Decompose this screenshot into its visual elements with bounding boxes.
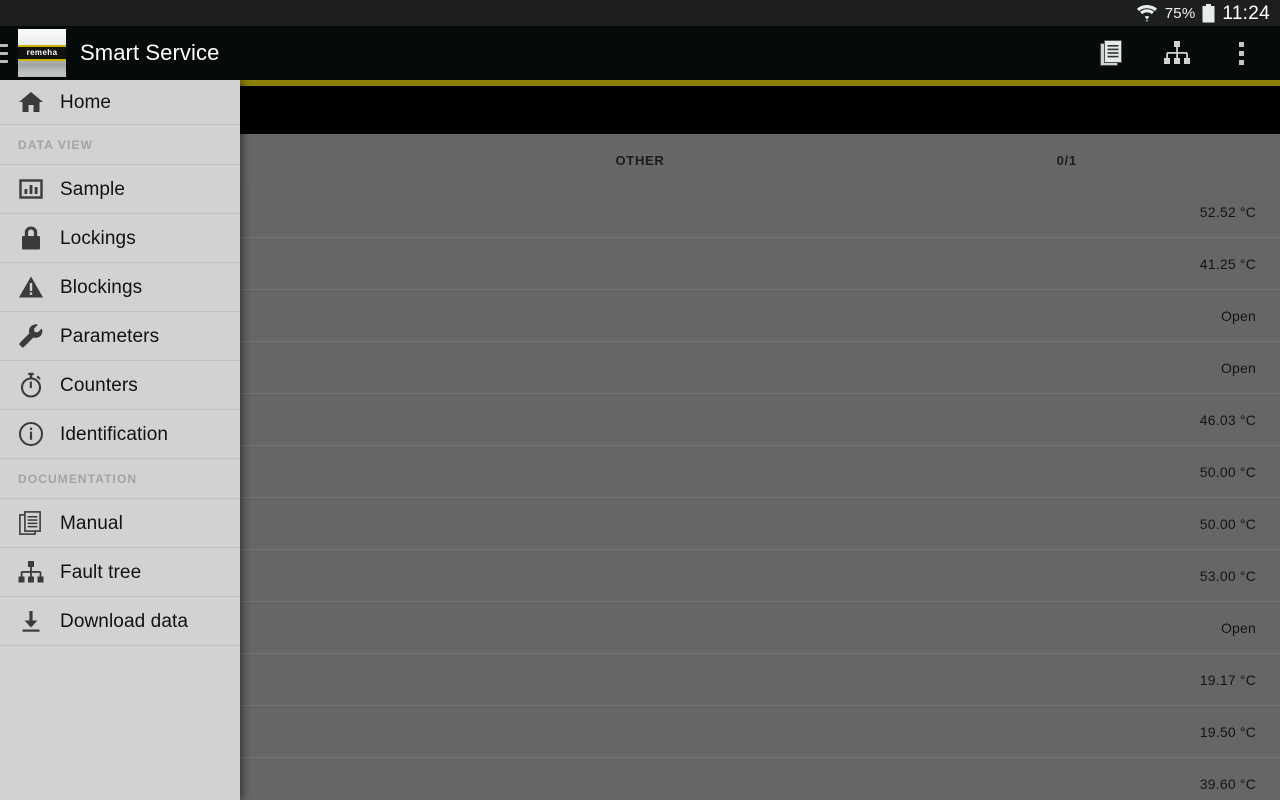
sidebar-section-documentation: DOCUMENTATION bbox=[0, 459, 240, 499]
tab-0-of-1[interactable]: 0/1 bbox=[853, 154, 1280, 167]
sidebar-item-label: Fault tree bbox=[60, 561, 142, 583]
row-value: 19.50 °C bbox=[1199, 723, 1256, 740]
sidebar-item-label: Lockings bbox=[60, 227, 136, 249]
bar-chart-icon bbox=[16, 174, 46, 204]
lock-icon bbox=[16, 223, 46, 253]
tab-other[interactable]: OTHER bbox=[427, 154, 854, 167]
row-value: 50.00 °C bbox=[1199, 463, 1256, 480]
sidebar-item-label: Manual bbox=[60, 512, 123, 534]
sidebar-section-data-view: DATA VIEW bbox=[0, 125, 240, 165]
document-icon bbox=[16, 508, 46, 538]
wifi-icon bbox=[1136, 4, 1158, 22]
app-root: 75% 11:24 remeha Smart Service OTHER 0/1… bbox=[0, 0, 1280, 800]
logo-text: remeha bbox=[26, 48, 58, 57]
sidebar-item-label: Identification bbox=[60, 423, 169, 445]
overflow-dots-icon bbox=[1238, 41, 1244, 65]
sidebar-item-sample[interactable]: Sample bbox=[0, 165, 240, 214]
sidebar-item-label: Download data bbox=[60, 610, 189, 632]
sidebar-item-fault-tree[interactable]: Fault tree bbox=[0, 548, 240, 597]
sidebar-item-label: Parameters bbox=[60, 325, 160, 347]
row-value: Open bbox=[1220, 359, 1256, 376]
sidebar-item-counters[interactable]: Counters bbox=[0, 361, 240, 410]
info-icon bbox=[16, 419, 46, 449]
home-icon bbox=[16, 87, 46, 117]
battery-icon bbox=[1202, 3, 1215, 23]
row-value: 39.60 °C bbox=[1199, 775, 1256, 792]
sidebar-item-download-data[interactable]: Download data bbox=[0, 597, 240, 646]
sidebar-item-home[interactable]: Home bbox=[0, 80, 240, 125]
sidebar-item-label: Counters bbox=[60, 374, 138, 396]
hierarchy-icon bbox=[16, 557, 46, 587]
wrench-icon bbox=[16, 321, 46, 351]
sidebar-item-identification[interactable]: Identification bbox=[0, 410, 240, 459]
sidebar-section-label: DOCUMENTATION bbox=[18, 471, 138, 486]
document-icon bbox=[1100, 39, 1126, 67]
row-value: 46.03 °C bbox=[1199, 411, 1256, 428]
sidebar-item-blockings[interactable]: Blockings bbox=[0, 263, 240, 312]
sidebar-item-label: Blockings bbox=[60, 276, 143, 298]
drawer-empty-space bbox=[0, 646, 240, 800]
android-status-bar: 75% 11:24 bbox=[0, 0, 1280, 26]
row-value: Open bbox=[1220, 307, 1256, 324]
stopwatch-icon bbox=[16, 370, 46, 400]
sidebar-section-label: DATA VIEW bbox=[18, 137, 94, 152]
row-value: 41.25 °C bbox=[1199, 255, 1256, 272]
sidebar-item-parameters[interactable]: Parameters bbox=[0, 312, 240, 361]
status-clock: 11:24 bbox=[1222, 2, 1270, 24]
download-icon bbox=[16, 606, 46, 636]
fault-tree-button[interactable] bbox=[1160, 34, 1194, 72]
app-title: Smart Service bbox=[80, 40, 220, 65]
row-value: 19.17 °C bbox=[1199, 671, 1256, 688]
navigation-drawer: Home DATA VIEW Sample Lockings Blockings… bbox=[0, 80, 240, 800]
sidebar-item-label: Sample bbox=[60, 178, 126, 200]
row-value: 50.00 °C bbox=[1199, 515, 1256, 532]
warning-triangle-icon bbox=[16, 272, 46, 302]
sidebar-item-lockings[interactable]: Lockings bbox=[0, 214, 240, 263]
battery-percent-label: 75% bbox=[1164, 4, 1196, 22]
row-value: 52.52 °C bbox=[1199, 203, 1256, 220]
sidebar-item-label: Home bbox=[60, 91, 112, 113]
sidebar-item-manual[interactable]: Manual bbox=[0, 499, 240, 548]
hierarchy-icon bbox=[1162, 40, 1192, 66]
overflow-menu-button[interactable] bbox=[1224, 34, 1258, 72]
hamburger-menu-icon[interactable] bbox=[0, 43, 8, 63]
row-value: Open bbox=[1220, 619, 1256, 636]
app-toolbar: remeha Smart Service bbox=[0, 26, 1280, 80]
manual-button[interactable] bbox=[1096, 34, 1130, 72]
row-value: 53.00 °C bbox=[1199, 567, 1256, 584]
remeha-logo: remeha bbox=[18, 29, 66, 77]
toolbar-actions bbox=[1096, 34, 1258, 72]
